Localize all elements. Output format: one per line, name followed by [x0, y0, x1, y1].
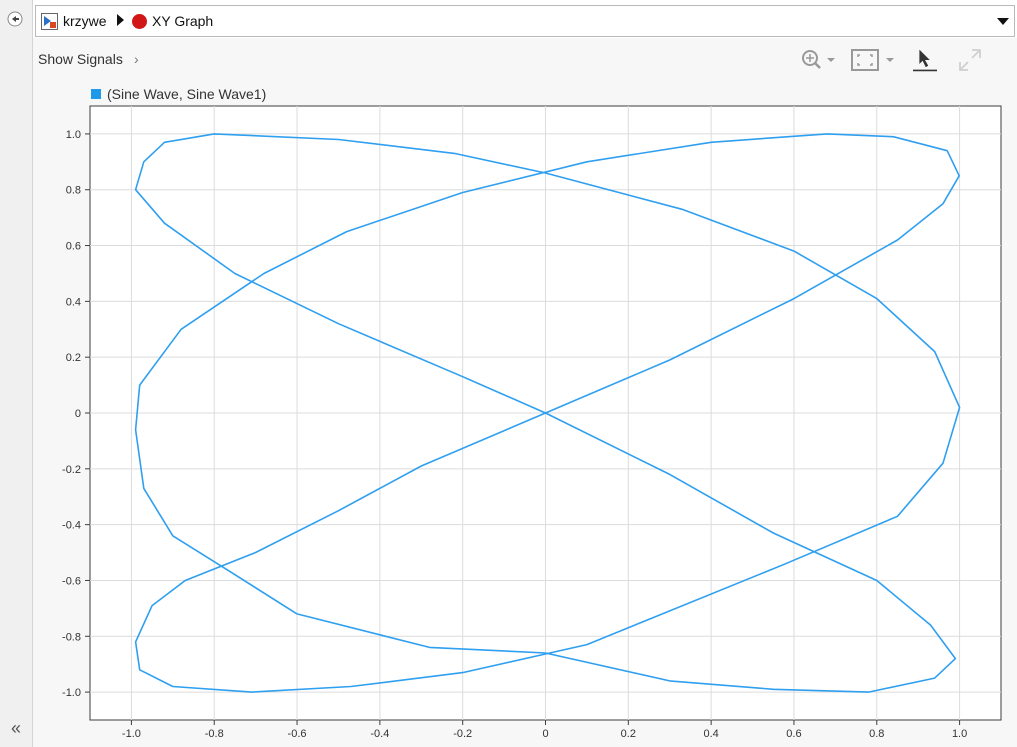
- x-tick-label: -0.6: [288, 728, 307, 740]
- y-tick-label: 0.6: [66, 241, 81, 253]
- breadcrumb: krzywe XY Graph: [35, 5, 1015, 37]
- x-tick-label: -0.8: [205, 728, 224, 740]
- x-tick-label: 0.6: [786, 728, 801, 740]
- zoom-in-icon[interactable]: [800, 48, 840, 72]
- y-tick-label: -0.8: [62, 631, 81, 643]
- xy-graph[interactable]: (Sine Wave, Sine Wave1) -1.0 -0.8 -0.6 -0.4…: [33, 84, 1017, 747]
- x-tick-label: 0.8: [869, 728, 884, 740]
- y-tick-label: 0: [75, 408, 81, 420]
- select-cursor-icon[interactable]: [910, 48, 940, 72]
- chevron-down-icon[interactable]: [997, 18, 1009, 25]
- x-tick-label: 1.0: [952, 728, 967, 740]
- y-tick-label: -1.0: [62, 687, 81, 699]
- legend-swatch: [91, 89, 101, 99]
- expand-icon[interactable]: [958, 48, 982, 72]
- breadcrumb-block[interactable]: XY Graph: [152, 13, 213, 29]
- collapse-panel-icon[interactable]: «: [6, 718, 26, 738]
- y-tick-label: -0.6: [62, 575, 81, 587]
- x-tick-label: -0.4: [370, 728, 389, 740]
- y-tick-label: 0.2: [66, 352, 81, 364]
- breadcrumb-model[interactable]: krzywe: [63, 13, 107, 29]
- plot-area: (Sine Wave, Sine Wave1) -1.0 -0.8 -0.6 -0.4…: [33, 84, 1017, 747]
- x-tick-label: -0.2: [453, 728, 472, 740]
- legend-label: (Sine Wave, Sine Wave1): [107, 86, 266, 102]
- x-tick-label: -1.0: [122, 728, 141, 740]
- y-tick-label: -0.4: [62, 520, 81, 532]
- model-icon: [41, 13, 58, 30]
- axes: -1.0 -0.8 -0.6 -0.4 -0.2 0 0.2 0.4 0.6 0.8 1.0 1.0 0…: [62, 105, 1002, 740]
- left-rail: «: [0, 0, 33, 747]
- y-tick-label: 0.4: [66, 296, 81, 308]
- x-tick-label: 0.2: [621, 728, 636, 740]
- x-tick-label: 0: [542, 728, 548, 740]
- back-icon[interactable]: [7, 11, 23, 27]
- y-tick-label: 1.0: [66, 129, 81, 141]
- y-tick-label: -0.2: [62, 464, 81, 476]
- fit-to-view-icon[interactable]: [850, 48, 900, 72]
- toolbar: Show Signals ›: [33, 38, 1017, 84]
- x-tick-label: 0.4: [703, 728, 718, 740]
- chevron-right-icon: ›: [134, 51, 139, 67]
- show-signals-button[interactable]: Show Signals: [38, 51, 123, 67]
- block-icon: [132, 14, 147, 29]
- y-tick-label: 0.8: [66, 185, 81, 197]
- breadcrumb-separator-icon: [117, 14, 124, 26]
